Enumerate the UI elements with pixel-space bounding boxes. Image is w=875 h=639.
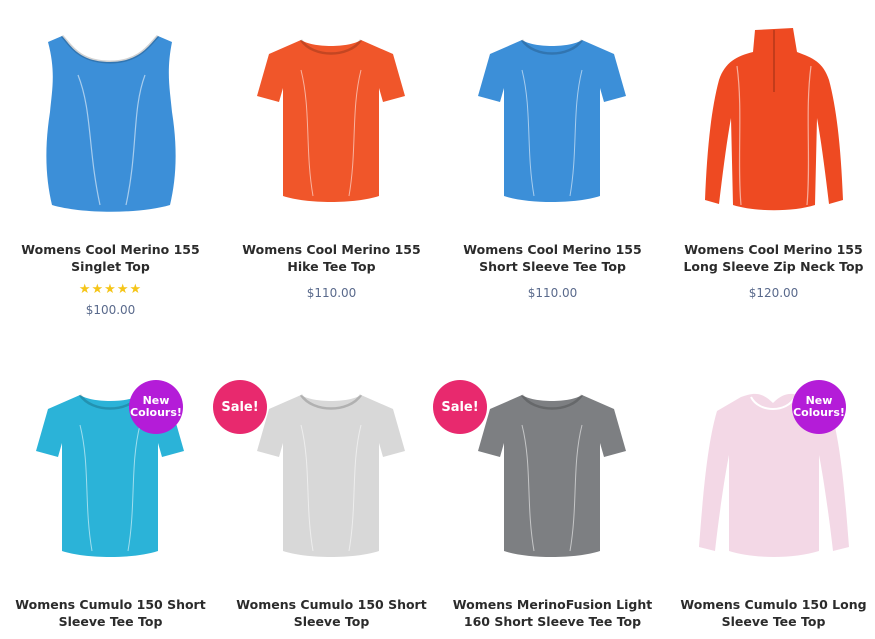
- star-icon: ★: [129, 281, 143, 296]
- product-title-line1[interactable]: Womens Cumulo 150 Short: [221, 596, 442, 613]
- product-title-line2[interactable]: Short Sleeve Tee Top: [442, 258, 663, 275]
- star-icon: ★: [116, 281, 130, 296]
- product-title-line1[interactable]: Womens Cool Merino 155: [663, 241, 875, 258]
- rating-stars: ★★★★★: [0, 282, 221, 296]
- product-title-line2[interactable]: Singlet Top: [0, 258, 221, 275]
- product-title-line2[interactable]: Sleeve Tee Top: [663, 613, 875, 630]
- product-card[interactable]: Sale! Womens Cumulo 150 Short Sleeve Top: [213, 355, 442, 639]
- product-title-line1[interactable]: Womens Cool Merino 155: [0, 241, 221, 258]
- product-title[interactable]: Womens Cool Merino 155 Singlet Top: [0, 241, 221, 275]
- product-title[interactable]: Womens Cool Merino 155 Long Sleeve Zip N…: [663, 241, 875, 275]
- product-title-line1[interactable]: Womens Cumulo 150 Short: [0, 596, 221, 613]
- product-title[interactable]: Womens Cumulo 150 Short Sleeve Tee Top: [0, 596, 221, 630]
- product-title[interactable]: Womens Cumulo 150 Long Sleeve Tee Top: [663, 596, 875, 630]
- product-title[interactable]: Womens Cool Merino 155 Hike Tee Top: [221, 241, 442, 275]
- product-title-line2[interactable]: 160 Short Sleeve Tee Top: [442, 613, 663, 630]
- product-title-line1[interactable]: Womens Cool Merino 155: [442, 241, 663, 258]
- product-card[interactable]: Womens Cool Merino 155 Long Sleeve Zip N…: [663, 0, 875, 330]
- product-title-line2[interactable]: Long Sleeve Zip Neck Top: [663, 258, 875, 275]
- product-price: $100.00: [85, 303, 136, 317]
- new-colours-badge: New Colours!: [129, 380, 183, 434]
- product-title[interactable]: Womens Cumulo 150 Short Sleeve Top: [221, 596, 442, 630]
- product-image[interactable]: [663, 355, 875, 580]
- product-grid: Womens Cool Merino 155 Singlet Top ★★★★★…: [0, 0, 875, 639]
- product-price: $110.00: [306, 286, 357, 300]
- product-card[interactable]: New Colours! Womens Cumulo 150 Short Sle…: [0, 355, 221, 639]
- sale-badge: Sale!: [213, 380, 267, 434]
- product-photo[interactable]: [221, 0, 442, 225]
- product-image[interactable]: [663, 0, 875, 225]
- product-title-line2[interactable]: Sleeve Tee Top: [0, 613, 221, 630]
- product-photo[interactable]: [663, 355, 875, 580]
- badge-label: Sale!: [221, 399, 259, 415]
- product-image[interactable]: [0, 0, 221, 225]
- product-title-line1[interactable]: Womens MerinoFusion Light: [442, 596, 663, 613]
- new-colours-badge: New Colours!: [792, 380, 846, 434]
- star-icon: ★: [91, 281, 105, 296]
- product-title-line1[interactable]: Womens Cumulo 150 Long: [663, 596, 875, 613]
- product-title-line2[interactable]: Hike Tee Top: [221, 258, 442, 275]
- product-card[interactable]: Sale! Womens MerinoFusion Light 160 Shor…: [433, 355, 663, 639]
- product-card[interactable]: Womens Cool Merino 155 Singlet Top ★★★★★…: [0, 0, 221, 330]
- sale-badge: Sale!: [433, 380, 487, 434]
- product-photo[interactable]: [442, 0, 663, 225]
- product-photo[interactable]: [0, 0, 221, 225]
- product-card[interactable]: Womens Cool Merino 155 Short Sleeve Tee …: [442, 0, 663, 330]
- star-icon: ★: [78, 281, 92, 296]
- product-image[interactable]: [221, 0, 442, 225]
- product-photo[interactable]: [0, 355, 221, 580]
- product-card[interactable]: New Colours! Womens Cumulo 150 Long Slee…: [663, 355, 875, 639]
- product-photo[interactable]: [663, 0, 875, 225]
- product-price: $120.00: [748, 286, 799, 300]
- product-image[interactable]: [0, 355, 221, 580]
- badge-label: New Colours!: [793, 394, 845, 419]
- product-title-line2[interactable]: Sleeve Top: [221, 613, 442, 630]
- product-price: $110.00: [527, 286, 578, 300]
- product-image[interactable]: [442, 0, 663, 225]
- product-title[interactable]: Womens Cool Merino 155 Short Sleeve Tee …: [442, 241, 663, 275]
- product-title-line1[interactable]: Womens Cool Merino 155: [221, 241, 442, 258]
- badge-label: New Colours!: [130, 394, 182, 419]
- badge-label: Sale!: [441, 399, 479, 415]
- product-title[interactable]: Womens MerinoFusion Light 160 Short Slee…: [442, 596, 663, 630]
- star-icon: ★: [104, 281, 117, 296]
- product-card[interactable]: Womens Cool Merino 155 Hike Tee Top $110…: [221, 0, 442, 330]
